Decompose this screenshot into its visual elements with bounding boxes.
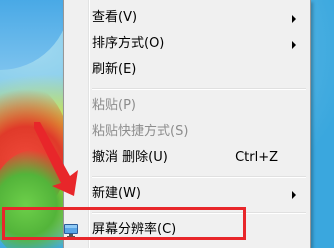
submenu-arrow-icon bbox=[292, 15, 296, 23]
menu-item-undo-delete[interactable]: 撤消 删除(U) Ctrl+Z bbox=[66, 147, 308, 169]
menu-item-shortcut: Ctrl+Z bbox=[235, 150, 278, 165]
menu-item-label: 撤消 删除(U) bbox=[92, 150, 168, 165]
menu-item-label: 排序方式(O) bbox=[92, 36, 165, 51]
menu-item-label: 刷新(E) bbox=[92, 62, 137, 77]
menu-item-new[interactable]: 新建(W) bbox=[66, 183, 308, 205]
red-arrow-icon bbox=[34, 122, 78, 196]
menu-item-label: 粘贴(P) bbox=[92, 98, 136, 113]
highlight-box bbox=[2, 207, 246, 240]
menu-item-label: 粘贴快捷方式(S) bbox=[92, 124, 189, 139]
menu-item-paste: 粘贴(P) bbox=[66, 95, 308, 117]
menu-separator bbox=[92, 88, 306, 90]
menu-item-view[interactable]: 查看(V) bbox=[66, 7, 308, 29]
menu-separator bbox=[92, 176, 306, 178]
submenu-arrow-icon bbox=[292, 191, 296, 199]
menu-item-refresh[interactable]: 刷新(E) bbox=[66, 59, 308, 81]
menu-item-label: 新建(W) bbox=[92, 186, 141, 201]
menu-item-sort-by[interactable]: 排序方式(O) bbox=[66, 33, 308, 55]
wallpaper-swirl-blue bbox=[0, 0, 70, 70]
menu-item-label: 查看(V) bbox=[92, 10, 138, 25]
menu-item-paste-shortcut: 粘贴快捷方式(S) bbox=[66, 121, 308, 143]
submenu-arrow-icon bbox=[292, 41, 296, 49]
